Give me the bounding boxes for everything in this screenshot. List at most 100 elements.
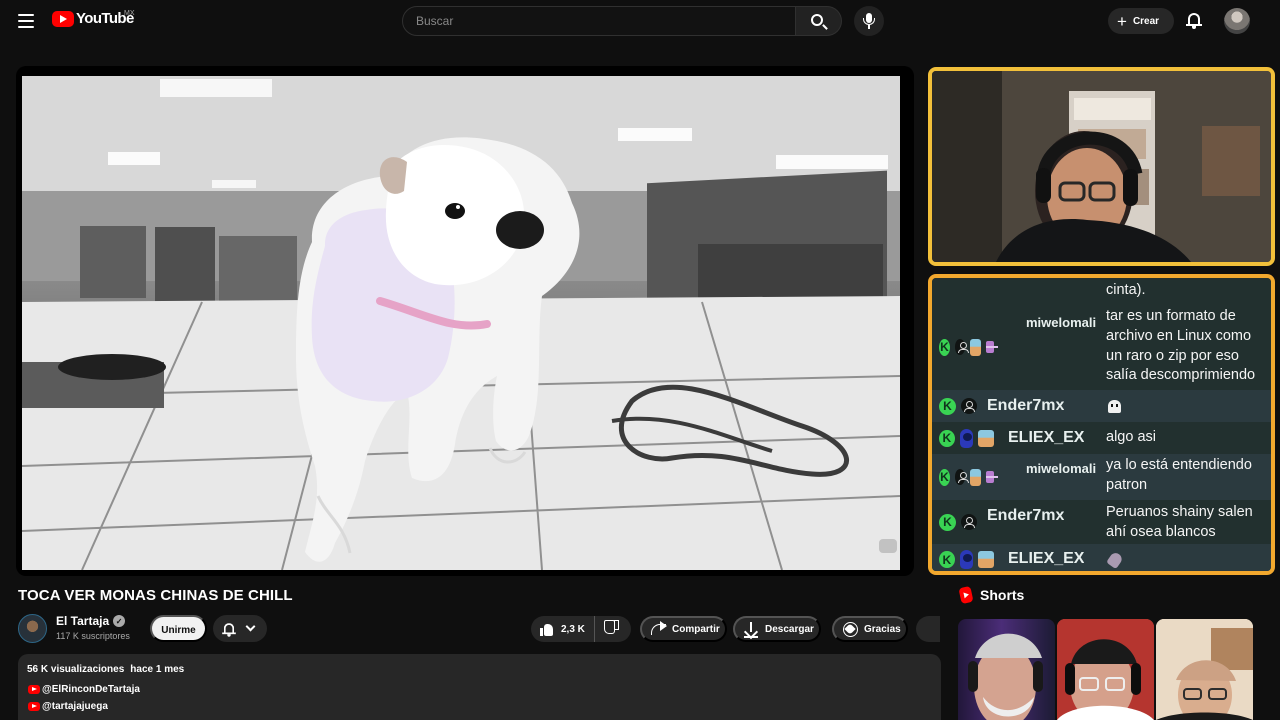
top-navigation: YouTube MX + Crear	[0, 0, 1280, 42]
description-box[interactable]: 56 K visualizaciones hace 1 mes @ElRincon…	[18, 654, 941, 720]
like-button[interactable]: 2,3 K	[531, 616, 595, 642]
streamer-webcam-image	[932, 71, 1271, 262]
channel-name-link[interactable]: El Tartaja ✓	[56, 614, 126, 628]
more-actions-button[interactable]	[916, 616, 940, 642]
chat-username: miwelomali	[1026, 315, 1097, 330]
thanks-heart-icon	[843, 621, 858, 637]
short-thumbnail-image	[968, 633, 1043, 720]
plus-icon: +	[1117, 11, 1127, 31]
voice-search-button[interactable]	[854, 6, 884, 36]
youtube-mini-icon	[28, 702, 40, 711]
like-dislike-group: 2,3 K	[531, 616, 631, 642]
user-badge-icon	[961, 398, 977, 414]
thumbs-down-icon	[605, 622, 619, 635]
verified-check-icon: ✓	[113, 615, 126, 627]
search-button[interactable]	[796, 6, 842, 36]
user-badge-icon	[961, 514, 977, 530]
view-count: 56 K visualizaciones	[27, 664, 125, 675]
chevron-down-icon	[245, 621, 256, 632]
chat-badges: K	[932, 550, 994, 569]
chat-username: Ender7mx	[987, 397, 1065, 414]
subscriber-badge-icon	[978, 551, 994, 568]
short-thumbnail[interactable]	[1156, 619, 1253, 720]
subscriber-count: 117 K suscriptores	[56, 631, 130, 641]
description-link[interactable]: @ElRinconDeTartaja	[28, 684, 140, 695]
short-thumbnail[interactable]	[958, 619, 1055, 720]
shorts-heading: Shorts	[958, 585, 1025, 605]
chat-badges: K	[932, 513, 994, 531]
create-label: Crear	[1132, 15, 1160, 27]
gift-badge-icon	[986, 471, 998, 483]
short-thumbnail[interactable]	[1057, 619, 1154, 720]
chat-message-text: Peruanos shainy salen ahí osea blancos	[1106, 504, 1253, 540]
chat-badges: K	[932, 468, 998, 486]
subscriber-badge-icon	[970, 468, 982, 486]
gift-badge-icon	[986, 341, 998, 353]
search-input[interactable]	[403, 7, 795, 35]
office-background-image	[22, 76, 900, 570]
chat-message: K ELIEX_EX	[932, 544, 1271, 571]
search-box[interactable]	[402, 6, 796, 36]
chat-username: Ender7mx	[987, 507, 1065, 524]
upload-age: hace 1 mes	[130, 664, 185, 675]
join-button[interactable]: Unirme	[150, 615, 207, 642]
blue-hood-badge-icon	[959, 550, 974, 569]
download-icon	[744, 621, 758, 638]
chat-message: K ELIEX_EX algo asi	[932, 422, 1271, 454]
chat-message: K miwelomali ya lo está entendiendo patr…	[932, 454, 1271, 500]
description-meta: 56 K visualizaciones hace 1 mes	[27, 664, 190, 675]
menu-icon[interactable]	[18, 14, 34, 28]
create-button[interactable]: + Crear	[1108, 8, 1174, 34]
chat-badges: K	[932, 397, 994, 415]
chat-badges: K	[932, 338, 998, 356]
share-button[interactable]: Compartir	[640, 616, 727, 642]
kick-badge-icon: K	[939, 338, 950, 356]
microphone-icon	[863, 13, 875, 29]
search-icon	[811, 14, 823, 26]
description-link[interactable]: @tartajajuega	[28, 701, 108, 712]
chat-message: K Ender7mx	[932, 390, 1271, 422]
chat-message-text: algo asi	[1106, 429, 1156, 445]
chat-message: cinta).	[932, 278, 1271, 304]
download-label: Descargar	[765, 623, 814, 635]
kick-badge-icon: K	[939, 513, 956, 531]
chat-message-text: cinta).	[1106, 282, 1146, 298]
shorts-title: Shorts	[980, 587, 1025, 603]
ghost-emote-icon	[1108, 400, 1121, 413]
youtube-logo[interactable]: YouTube	[52, 10, 134, 27]
notifications-bell-icon[interactable]	[1186, 12, 1202, 29]
chat-username: miwelomali	[1026, 461, 1097, 476]
blue-hood-badge-icon	[959, 428, 974, 448]
live-chat-overlay: cinta). K miwelomali tar es un formato d…	[928, 274, 1275, 575]
kick-badge-icon: K	[939, 397, 956, 415]
kick-badge-icon: K	[939, 429, 955, 447]
chat-message: K miwelomali tar es un formato de archiv…	[932, 304, 1271, 390]
youtube-mini-icon	[28, 685, 40, 694]
thumbs-up-icon	[540, 623, 554, 636]
channel-name: El Tartaja	[56, 614, 110, 628]
video-frame[interactable]	[22, 76, 900, 570]
subscriber-badge-icon	[970, 338, 982, 356]
dislike-button[interactable]	[595, 616, 631, 642]
chat-message-text: tar es un formato de archivo en Linux co…	[1106, 308, 1256, 384]
kick-badge-icon: K	[939, 468, 950, 486]
user-avatar[interactable]	[1224, 8, 1250, 34]
download-button[interactable]: Descargar	[733, 616, 821, 642]
chat-message-text: ya lo está entendiendo patron	[1106, 457, 1252, 493]
youtube-play-icon	[52, 10, 74, 27]
kick-badge-icon: K	[939, 551, 955, 568]
channel-handle: @ElRinconDeTartaja	[42, 684, 140, 695]
thanks-button[interactable]: Gracias	[832, 616, 908, 642]
channel-avatar[interactable]	[18, 614, 47, 643]
chat-badges: K	[932, 428, 994, 448]
user-badge-icon	[954, 339, 970, 355]
subscription-notifications-button[interactable]	[213, 615, 267, 642]
bell-icon	[222, 622, 236, 637]
shorts-icon	[958, 585, 974, 605]
like-count: 2,3 K	[561, 623, 585, 635]
webcam-overlay	[928, 67, 1275, 266]
video-player[interactable]	[16, 66, 914, 576]
short-thumbnail-image	[1057, 619, 1154, 720]
chat-username: ELIEX_EX	[1008, 550, 1085, 567]
channel-handle: @tartajajuega	[42, 701, 108, 712]
